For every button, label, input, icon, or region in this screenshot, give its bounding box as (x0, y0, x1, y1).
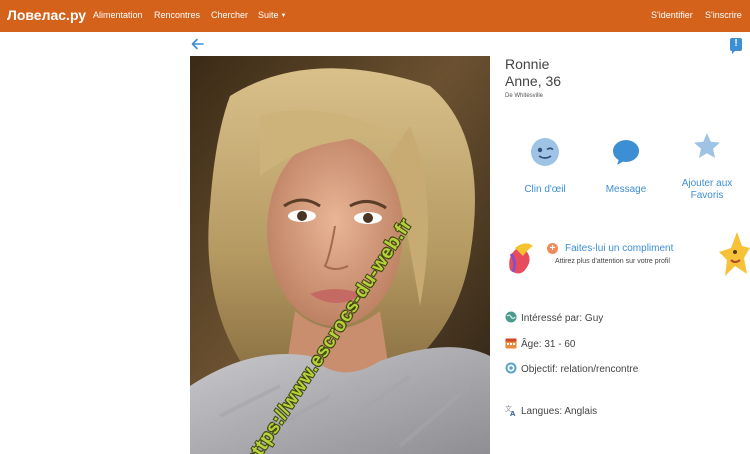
back-arrow-icon[interactable] (190, 36, 206, 52)
languages-row: 文 A Langues: Anglais (505, 404, 597, 417)
compliment-subtitle: Attirez plus d'attention sur votre profi… (555, 258, 670, 265)
globe-icon (505, 311, 517, 323)
compliment-heart-wing-icon (509, 243, 533, 274)
nav-suite-dropdown[interactable]: Suite ▼ (258, 10, 286, 20)
wink-label: Clin d'œil (524, 184, 566, 195)
profile-location: De Whitesville (505, 93, 544, 99)
compliment-link[interactable]: Faites-lui un compliment (565, 243, 673, 254)
message-bubble-icon (613, 140, 639, 165)
target-icon (505, 362, 517, 374)
interested-in-text: Intéressé par: Guy (521, 313, 604, 324)
sign-up-link[interactable]: S'inscrire (705, 10, 742, 20)
profile-name-age: Anne, 36 (505, 73, 562, 89)
site-logo[interactable]: Ловелас.ру (7, 7, 86, 23)
favorite-label-line1: Ajouter aux (681, 178, 733, 189)
add-favorite-button[interactable]: Ajouter aux Favoris (672, 131, 742, 202)
nav-alimentation[interactable]: Alimentation (93, 10, 143, 20)
goal-text: Objectif: relation/rencontre (521, 364, 639, 375)
nav-suite-label: Suite (258, 10, 279, 20)
sign-in-link[interactable]: S'identifier (651, 10, 693, 20)
nav-rencontres[interactable]: Rencontres (154, 10, 200, 20)
profile-photo[interactable]: https://www.escrocs-du-web.fr (190, 56, 490, 454)
interested-in-row: Intéressé par: Guy (505, 311, 603, 324)
wink-icon (531, 138, 559, 166)
svg-text:A: A (510, 410, 516, 416)
report-profile-icon[interactable]: ! (730, 38, 742, 54)
favorite-label-line2: Favoris (690, 190, 724, 201)
star-icon (694, 133, 720, 158)
age-range-text: Âge: 31 - 60 (521, 339, 576, 350)
nav-chercher[interactable]: Chercher (211, 10, 248, 20)
message-label: Message (605, 184, 647, 195)
profile-name: Ronnie (505, 56, 550, 72)
top-navigation-bar: Ловелас.ру Alimentation Rencontres Cherc… (0, 0, 750, 32)
age-range-row: Âge: 31 - 60 (505, 337, 575, 350)
compliment-star-mascot-icon (719, 232, 750, 276)
goal-row: Objectif: relation/rencontre (505, 362, 638, 375)
calendar-icon (505, 338, 517, 349)
wink-button[interactable]: Clin d'œil (513, 137, 577, 196)
add-compliment-icon[interactable]: + (547, 243, 558, 254)
languages-text: Langues: Anglais (521, 406, 598, 417)
message-button[interactable]: Message (594, 137, 658, 196)
translate-icon: 文 A (505, 404, 516, 416)
caret-down-icon: ▼ (280, 13, 287, 19)
